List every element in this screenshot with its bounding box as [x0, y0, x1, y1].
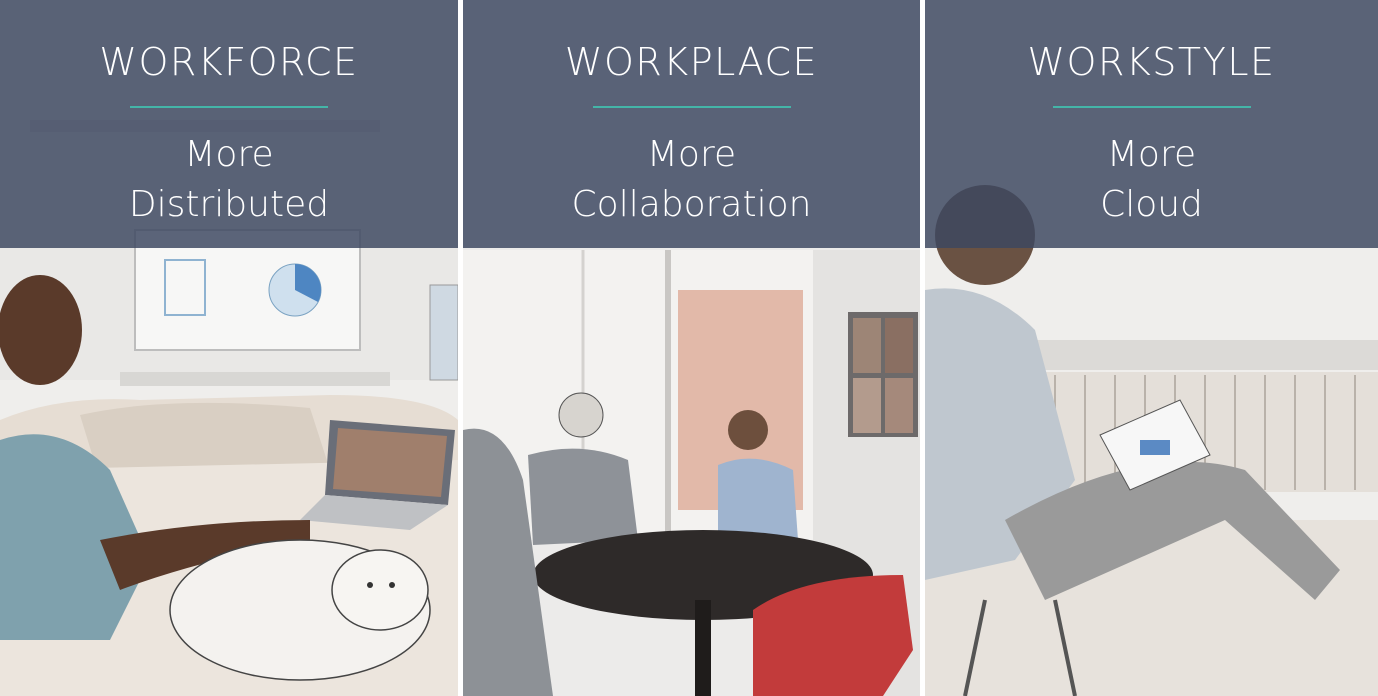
infographic: WORKFORCE More Distributed WORKPLACE Mor… — [0, 0, 1378, 696]
panel-workstyle: WORKSTYLE More Cloud — [925, 0, 1378, 696]
workforce-divider — [130, 106, 328, 108]
workforce-header: WORKFORCE More Distributed — [0, 0, 458, 248]
workforce-subtitle-line1: More — [184, 134, 274, 175]
workplace-title: WORKPLACE — [564, 40, 819, 84]
workstyle-header: WORKSTYLE More Cloud — [925, 0, 1378, 248]
workplace-header: WORKPLACE More Collaboration — [463, 0, 920, 248]
workplace-subtitle-line2: Collaboration — [571, 184, 812, 225]
panel-workplace: WORKPLACE More Collaboration — [463, 0, 920, 696]
workstyle-subtitle-line1: More — [1106, 134, 1197, 175]
workplace-subtitle-line1: More — [646, 134, 737, 175]
workstyle-title: WORKSTYLE — [1027, 40, 1276, 84]
workstyle-subtitle-line2: Cloud — [1100, 184, 1203, 225]
workplace-subtitle: More Collaboration — [463, 130, 920, 230]
workforce-subtitle: More Distributed — [0, 130, 458, 230]
panel-workforce: WORKFORCE More Distributed — [0, 0, 458, 696]
workforce-subtitle-line2: Distributed — [128, 184, 330, 225]
workforce-title: WORKFORCE — [99, 40, 359, 84]
workstyle-subtitle: More Cloud — [925, 130, 1378, 230]
workstyle-divider — [1052, 106, 1251, 108]
workplace-divider — [592, 106, 791, 108]
